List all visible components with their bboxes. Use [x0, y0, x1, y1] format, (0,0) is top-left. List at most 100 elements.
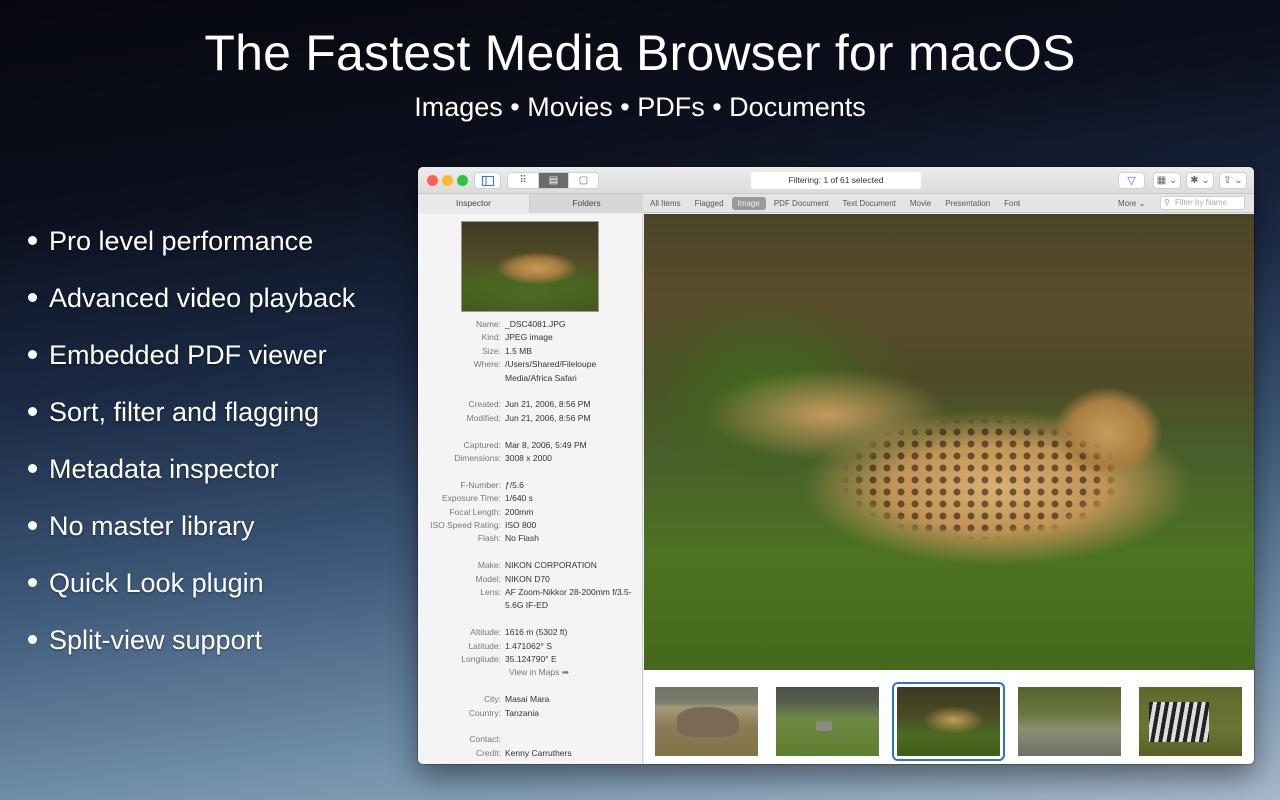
minimize-button[interactable]	[442, 175, 453, 186]
metadata-row: Dimensions: 3008 x 2000	[418, 452, 642, 465]
filter-tab-text-document[interactable]: Text Document	[837, 197, 902, 210]
thumbnail-rhino[interactable]	[655, 687, 758, 756]
metadata-key: Dimensions:	[454, 453, 501, 464]
action-menu-button[interactable]: ✱ ⌄	[1186, 172, 1214, 189]
cheetah-photo	[753, 378, 1132, 561]
metadata-list: Name: _DSC4081.JPG Kind: JPEG image Size: 1.5…	[418, 318, 642, 760]
image-viewer[interactable]	[644, 214, 1254, 670]
metadata-value: AF Zoom-Nikkor 28-200mm f/3.5-5.6G IF-ED	[505, 587, 632, 611]
metadata-row: Lens: AF Zoom-Nikkor 28-200mm f/3.5-5.6G …	[418, 586, 642, 613]
preview-thumbnail	[461, 221, 599, 312]
metadata-value: 200mm	[505, 506, 534, 517]
metadata-value: 1616 m (5302 ft)	[505, 627, 568, 638]
headline: The Fastest Media Browser for macOS	[204, 25, 1076, 81]
sidebar-toggle-button[interactable]	[474, 172, 501, 189]
bullet-icon	[28, 236, 37, 245]
metadata-key: City:	[484, 694, 501, 705]
share-button[interactable]: ⇪ ⌄	[1219, 172, 1247, 189]
thumbnail-size-button[interactable]: ▦ ⌄	[1153, 172, 1181, 189]
filter-by-name-input[interactable]: ⚲ Filter by Name	[1160, 196, 1245, 210]
gear-icon: ✱ ⌄	[1190, 175, 1210, 186]
filter-tab-font[interactable]: Font	[998, 197, 1026, 210]
filter-tab-image[interactable]: Image	[731, 197, 766, 210]
filter-tab-flagged[interactable]: Flagged	[689, 197, 730, 210]
feature-item: Split-view support	[28, 611, 355, 668]
metadata-key: Captured:	[463, 439, 501, 450]
feature-item: Embedded PDF viewer	[28, 326, 355, 383]
feature-item: Sort, filter and flagging	[28, 383, 355, 440]
feature-text: Split-view support	[49, 624, 263, 655]
metadata-row: Kind: JPEG image	[418, 331, 642, 344]
bullet-icon	[28, 464, 37, 473]
metadata-value: NIKON CORPORATION	[505, 560, 597, 571]
feature-text: Pro level performance	[49, 225, 314, 256]
metadata-row: Latitude: 1.471062° S	[418, 640, 642, 653]
metadata-value: JPEG image	[505, 332, 553, 343]
metadata-key: Altitude:	[470, 627, 501, 638]
metadata-value	[505, 733, 633, 746]
filter-tab-pdf-document[interactable]: PDF Document	[768, 197, 835, 210]
metadata-row: Altitude: 1616 m (5302 ft)	[418, 626, 642, 639]
tab-folders[interactable]: Folders	[530, 194, 643, 213]
metadata-key: Latitude:	[468, 640, 501, 651]
thumbnail-cheetah-selected[interactable]	[892, 682, 1005, 761]
kind-filter-tabs: All Items Flagged Image PDF Document Tex…	[644, 194, 1028, 213]
filter-button[interactable]: ▽	[1118, 172, 1145, 189]
grid-view-button[interactable]: ⠿	[508, 173, 538, 188]
metadata-row: Exposure Time: 1/640 s	[418, 492, 642, 505]
metadata-value: 1.471062° S	[505, 640, 552, 651]
metadata-row: City: Masai Mara	[418, 693, 642, 706]
metadata-key: Name:	[475, 319, 501, 329]
bullet-icon	[28, 521, 37, 530]
metadata-value: ISO 800	[505, 520, 537, 531]
metadata-row: Size: 1.5 MB	[418, 345, 642, 358]
feature-text: Embedded PDF viewer	[49, 339, 327, 370]
metadata-key: ISO Speed Rating:	[430, 520, 501, 531]
metadata-key: Where:	[473, 359, 501, 370]
thumbnail-river-branch[interactable]	[1018, 687, 1121, 756]
filter-tab-movie[interactable]: Movie	[904, 197, 937, 210]
metadata-row: Contact:	[418, 733, 642, 746]
feature-item: Quick Look plugin	[28, 554, 355, 611]
title-bar: ⠿ ▤ ▢ Filtering: 1 of 61 selected ▽ ▦ ⌄ …	[418, 167, 1254, 194]
filmstrip-view-button[interactable]: ▤	[538, 173, 568, 188]
feature-text: Advanced video playback	[49, 282, 356, 313]
metadata-key: Model:	[475, 573, 501, 584]
metadata-value: 3008 x 2000	[505, 453, 552, 464]
filter-tab-all-items[interactable]: All Items	[644, 197, 687, 210]
feature-text: Quick Look plugin	[49, 567, 264, 598]
metadata-key: Focal Length:	[449, 506, 501, 517]
status-field: Filtering: 1 of 61 selected	[751, 172, 921, 189]
metadata-value: Jun 21, 2006, 8:56 PM	[505, 399, 591, 410]
metadata-row: Longitude: 35.124790° E	[418, 653, 642, 666]
metadata-value: No Flash	[505, 533, 540, 544]
bullet-icon	[28, 578, 37, 587]
more-menu[interactable]: More ⌄	[1118, 194, 1145, 213]
metadata-value: 1/640 s	[505, 493, 533, 504]
bullet-icon	[28, 407, 37, 416]
filter-tab-presentation[interactable]: Presentation	[939, 197, 996, 210]
feature-list: Pro level performance Advanced video pla…	[28, 212, 355, 668]
metadata-row: Where: /Users/Shared/Fileloupe Media/Afri…	[418, 358, 642, 385]
close-button[interactable]	[427, 175, 438, 186]
metadata-key: Make:	[477, 560, 501, 571]
view-mode-control: ⠿ ▤ ▢	[507, 172, 599, 189]
view-in-maps-link[interactable]: View in Maps ➡	[418, 666, 642, 679]
bullet-icon	[28, 350, 37, 359]
feature-text: No master library	[49, 510, 255, 541]
thumbnail-field-animal[interactable]	[776, 687, 879, 756]
metadata-value: 1.5 MB	[505, 345, 532, 356]
feature-item: Pro level performance	[28, 212, 355, 269]
metadata-row: Created: Jun 21, 2006, 8:56 PM	[418, 398, 642, 411]
metadata-row: Country: Tanzania	[418, 707, 642, 720]
metadata-value: ƒ/5.6	[505, 479, 524, 490]
tab-inspector[interactable]: Inspector	[418, 194, 530, 213]
thumbnail-grid-icon: ▦ ⌄	[1156, 175, 1178, 186]
thumbnail-zebra[interactable]	[1139, 687, 1242, 756]
single-view-button[interactable]: ▢	[568, 173, 598, 188]
zoom-button[interactable]	[457, 175, 468, 186]
filter-placeholder: Filter by Name	[1175, 198, 1228, 207]
metadata-key: Credit:	[475, 747, 501, 758]
sidebar-icon	[481, 175, 494, 186]
